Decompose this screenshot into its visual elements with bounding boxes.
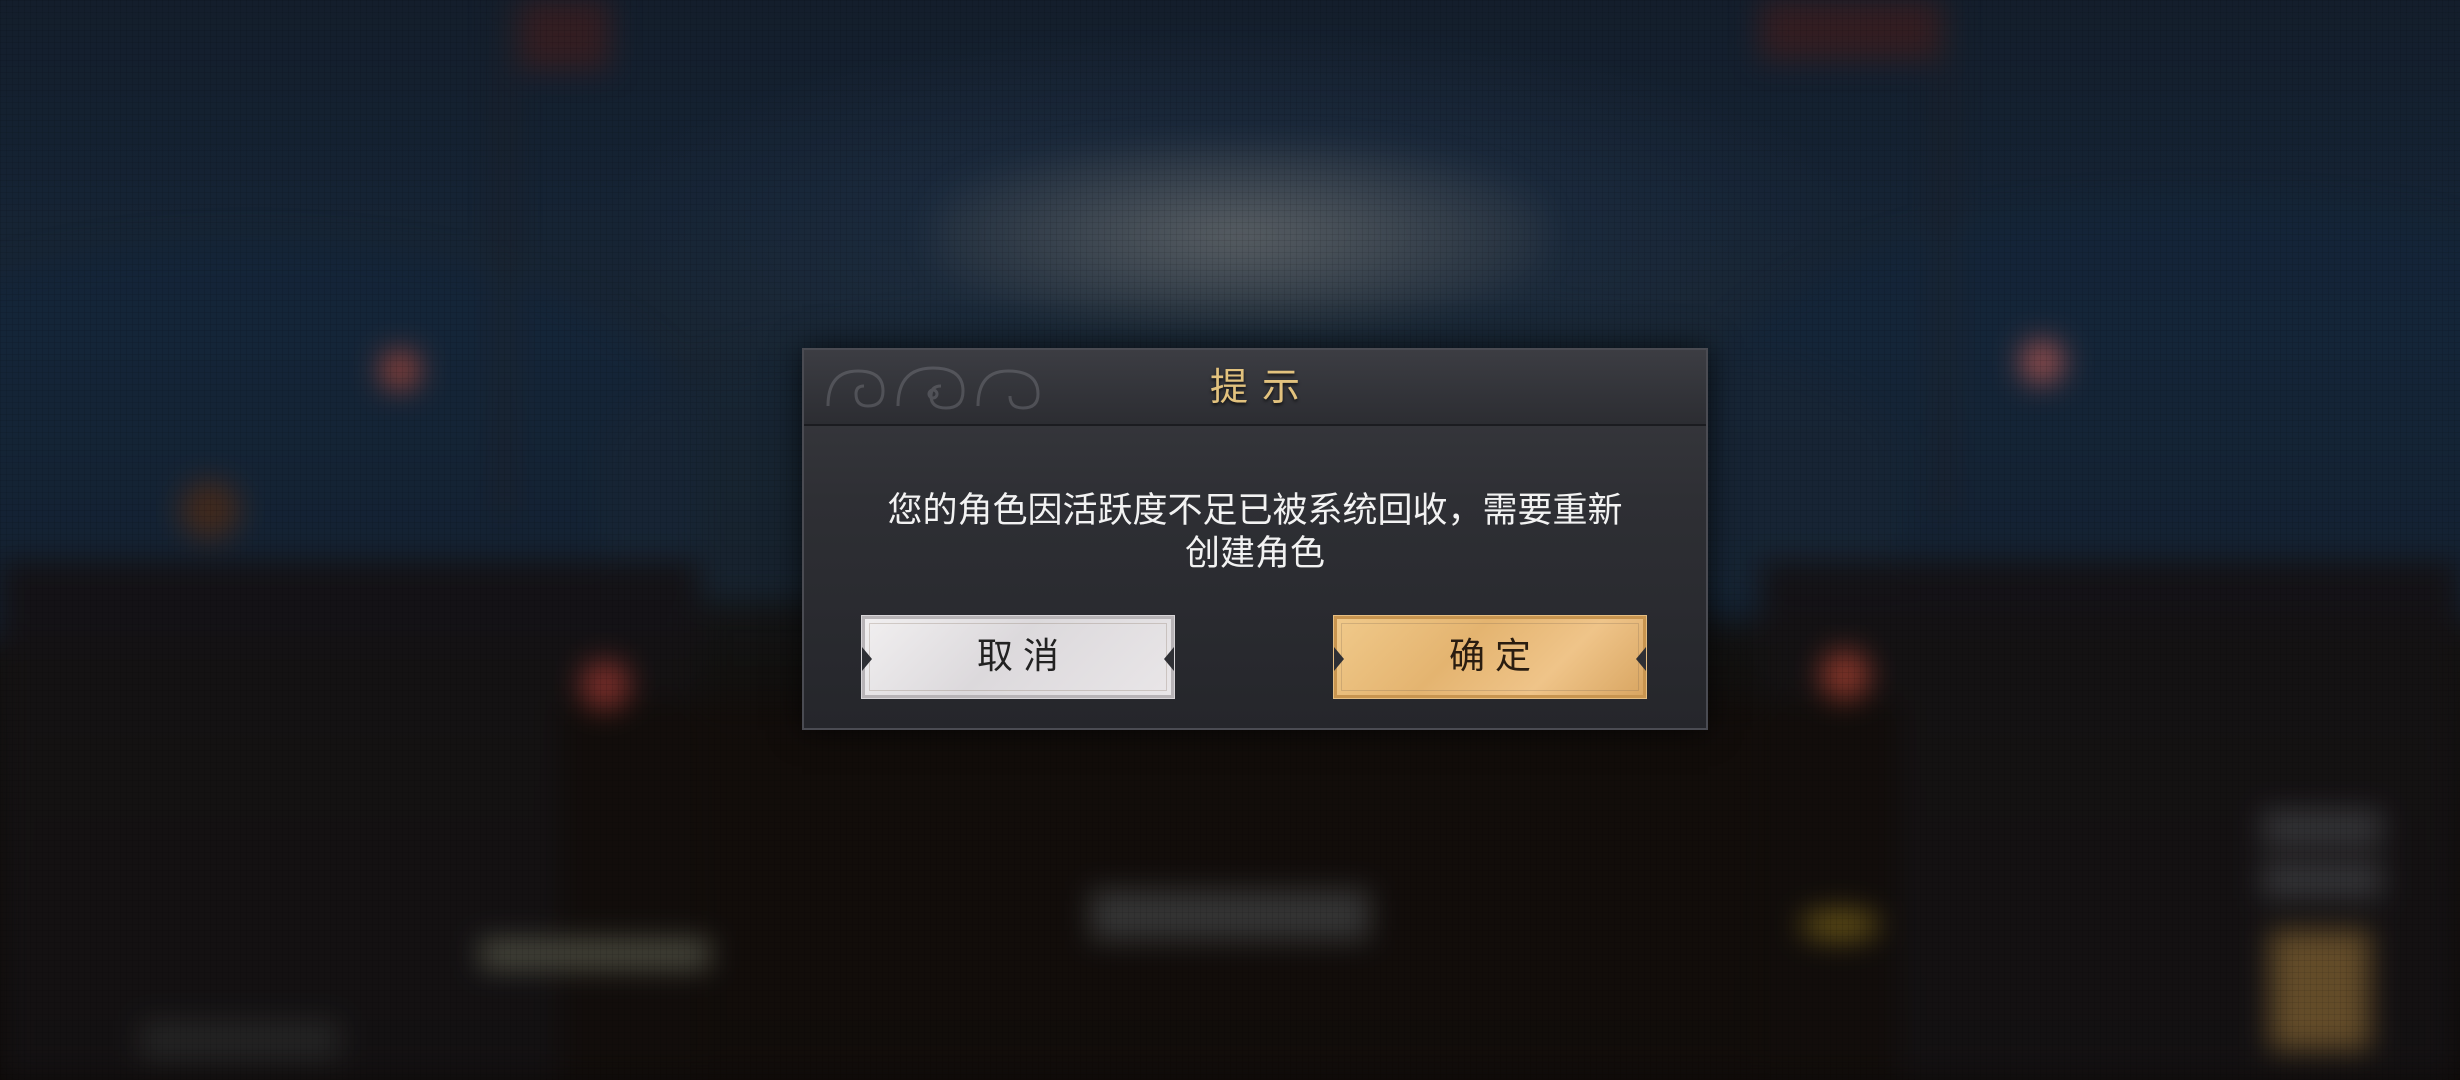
- confirm-button-label: 确定: [1448, 636, 1541, 677]
- cancel-button[interactable]: 取消: [861, 615, 1175, 699]
- message-line-2: 创建角色: [1184, 534, 1325, 574]
- confirm-button[interactable]: 确定: [1333, 615, 1647, 699]
- dialog-message: 您的角色因活跃度不足已被系统回收，需要重新 创建角色: [864, 490, 1646, 576]
- message-line-1: 您的角色因活跃度不足已被系统回收，需要重新: [887, 491, 1623, 531]
- dialog-title: 提示: [1209, 365, 1314, 409]
- dialog-header: 提示: [804, 350, 1706, 426]
- cancel-button-label: 取消: [976, 636, 1069, 677]
- notice-dialog: 提示 您的角色因活跃度不足已被系统回收，需要重新 创建角色 取消 确定: [802, 348, 1708, 730]
